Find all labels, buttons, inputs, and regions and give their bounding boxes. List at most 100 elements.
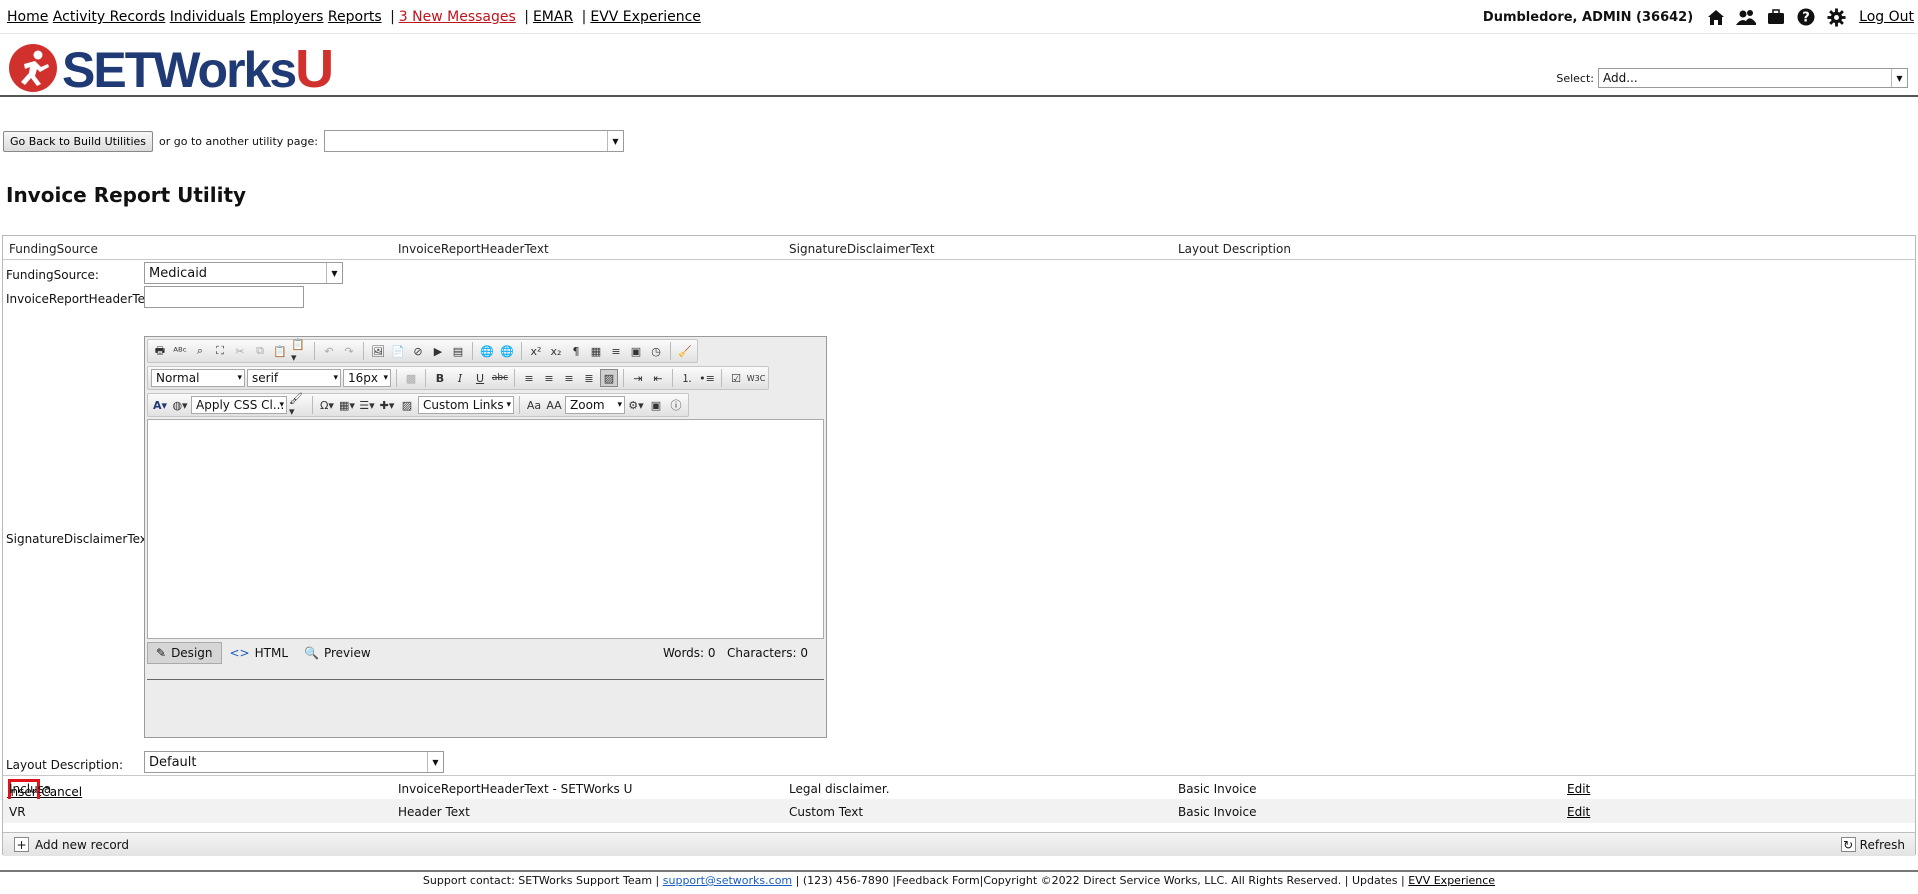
edit-link[interactable]: Edit [1567,782,1590,796]
indent-icon[interactable]: ⇥ [629,369,647,387]
insert-table-icon[interactable]: ▦▾ [338,396,356,414]
paste-options-icon[interactable]: 📋▾ [291,338,309,364]
column-header[interactable]: FundingSource [9,242,98,256]
align-center-icon[interactable]: ≡ [540,369,558,387]
nav-evv[interactable]: EVV Experience [590,9,701,25]
hyperlink-icon[interactable]: 🌐 [478,342,496,360]
outdent-icon[interactable]: ⇤ [649,369,667,387]
module-manager-icon[interactable]: ⚙▾ [627,396,645,414]
font-name-select[interactable]: serif [247,369,341,387]
font-size-select[interactable]: 16px [343,369,391,387]
editor-content-area[interactable] [147,419,824,639]
fore-color-icon[interactable]: A▾ [151,396,169,414]
design-mode-tab[interactable]: ✎ Design [147,642,222,664]
superscript-icon[interactable]: x² [527,342,545,360]
numbered-list-icon[interactable]: ⒈ [678,369,696,387]
align-none-icon[interactable]: ▨ [600,369,618,387]
back-color-icon[interactable]: ◍▾ [171,396,189,414]
copy-icon[interactable]: ⧉ [251,342,269,360]
zoom-select[interactable]: Zoom [565,396,625,414]
add-select[interactable]: Add... ▼ [1598,68,1908,88]
utility-page-select[interactable]: ▼ [323,130,624,152]
cut-icon[interactable]: ✂ [231,342,249,360]
refresh-button[interactable]: ↻ Refresh [1840,837,1905,852]
header-text-input[interactable] [144,286,304,308]
updates-link[interactable]: Updates [1352,874,1398,887]
spellcheck-icon[interactable]: ᴬᴮᶜ [171,342,189,360]
convert-upper-icon[interactable]: AA [545,396,563,414]
preview-mode-tab[interactable]: 🔍 Preview [296,643,379,663]
html-mode-tab[interactable]: <> HTML [222,643,297,663]
format-painter-icon[interactable]: ▩ [402,369,420,387]
css-class-select[interactable]: Apply CSS Cl... [191,396,287,414]
align-right-icon[interactable]: ≡ [560,369,578,387]
nav-separator: | [390,9,395,25]
insert-date-icon[interactable]: ▣ [627,342,645,360]
format-stripper-icon[interactable]: 🧹 [676,342,694,360]
nav-emar[interactable]: EMAR [533,9,573,25]
custom-links-select[interactable]: Custom Links [418,396,514,414]
find-icon[interactable]: ⌕ [191,342,209,360]
column-header[interactable]: InvoiceReportHeaderText [398,242,549,256]
nav-messages[interactable]: 3 New Messages [399,9,516,25]
toolbar-separator [514,369,515,387]
support-email-link[interactable]: support@setworks.com [663,874,792,887]
grid-footer: + Add new record ↻ Refresh [3,832,1915,856]
paragraph-format-select[interactable]: Normal [151,369,245,387]
italic-icon[interactable]: I [451,369,469,387]
briefcase-icon[interactable] [1765,7,1787,27]
bold-icon[interactable]: B [431,369,449,387]
layout-description-select[interactable]: Default ▼ [144,751,444,773]
align-left-icon[interactable]: ≡ [520,369,538,387]
edit-link[interactable]: Edit [1567,805,1590,819]
insert-list-icon[interactable]: ☰▾ [358,396,376,414]
redo-icon[interactable]: ↷ [340,342,358,360]
horizontal-rule-icon[interactable]: ≡ [607,342,625,360]
back-to-build-utilities-button[interactable]: Go Back to Build Utilities [3,130,154,152]
undo-icon[interactable]: ↶ [320,342,338,360]
footer-evv-link[interactable]: EVV Experience [1408,874,1495,887]
logout-link[interactable]: Log Out [1859,9,1914,25]
flash-manager-icon[interactable]: ⊘ [409,342,427,360]
print-icon[interactable]: 🖶 [151,342,169,360]
nav-individuals[interactable]: Individuals [170,9,245,25]
paste-icon[interactable]: 📋 [271,342,289,360]
toggle-screen-icon[interactable]: ▣ [647,396,665,414]
home-icon[interactable] [1705,7,1727,27]
special-characters-icon[interactable]: Ω▾ [318,396,336,414]
bulleted-list-icon[interactable]: •≡ [698,369,716,387]
subscript-icon[interactable]: x₂ [547,342,565,360]
select-all-icon[interactable]: ⛶ [211,342,229,360]
nav-reports[interactable]: Reports [328,9,382,25]
insert-snippet-icon[interactable]: ✚▾ [378,396,396,414]
image-manager-icon[interactable]: 🖼 [369,342,387,360]
help-icon[interactable]: ? [1795,7,1817,27]
insert-time-icon[interactable]: ◷ [647,342,665,360]
image-map-icon[interactable]: ▨ [398,396,416,414]
refresh-icon: ↻ [1840,837,1856,852]
xhtml-validator-icon[interactable]: ☑ [727,369,745,387]
convert-lower-icon[interactable]: Aa [525,396,543,414]
paragraph-icon[interactable]: ¶ [567,342,585,360]
underline-icon[interactable]: U [471,369,489,387]
column-header[interactable]: Layout Description [1178,242,1291,256]
about-icon[interactable]: ⓘ [667,396,685,414]
format-brush-icon[interactable]: 🖌▾ [289,392,307,418]
nav-activity-records[interactable]: Activity Records [53,9,165,25]
column-header[interactable]: SignatureDisclaimerText [789,242,935,256]
insert-form-icon[interactable]: ▦ [587,342,605,360]
w3c-icon[interactable]: W3C [747,369,766,387]
funding-source-select[interactable]: Medicaid ▼ [144,262,343,284]
nav-home[interactable]: Home [7,9,48,25]
add-new-record-button[interactable]: + Add new record [14,837,129,852]
remove-link-icon[interactable]: 🌐 [498,342,516,360]
document-manager-icon[interactable]: 📄 [389,342,407,360]
justify-icon[interactable]: ≣ [580,369,598,387]
nav-employers[interactable]: Employers [250,9,324,25]
gear-icon[interactable] [1825,7,1847,27]
users-icon[interactable] [1735,7,1757,27]
strikethrough-icon[interactable]: abc [491,369,509,387]
support-contact: Support contact: SETWorks Support Team [422,874,653,887]
media-manager-icon[interactable]: ▶ [429,342,447,360]
template-manager-icon[interactable]: ▤ [449,342,467,360]
